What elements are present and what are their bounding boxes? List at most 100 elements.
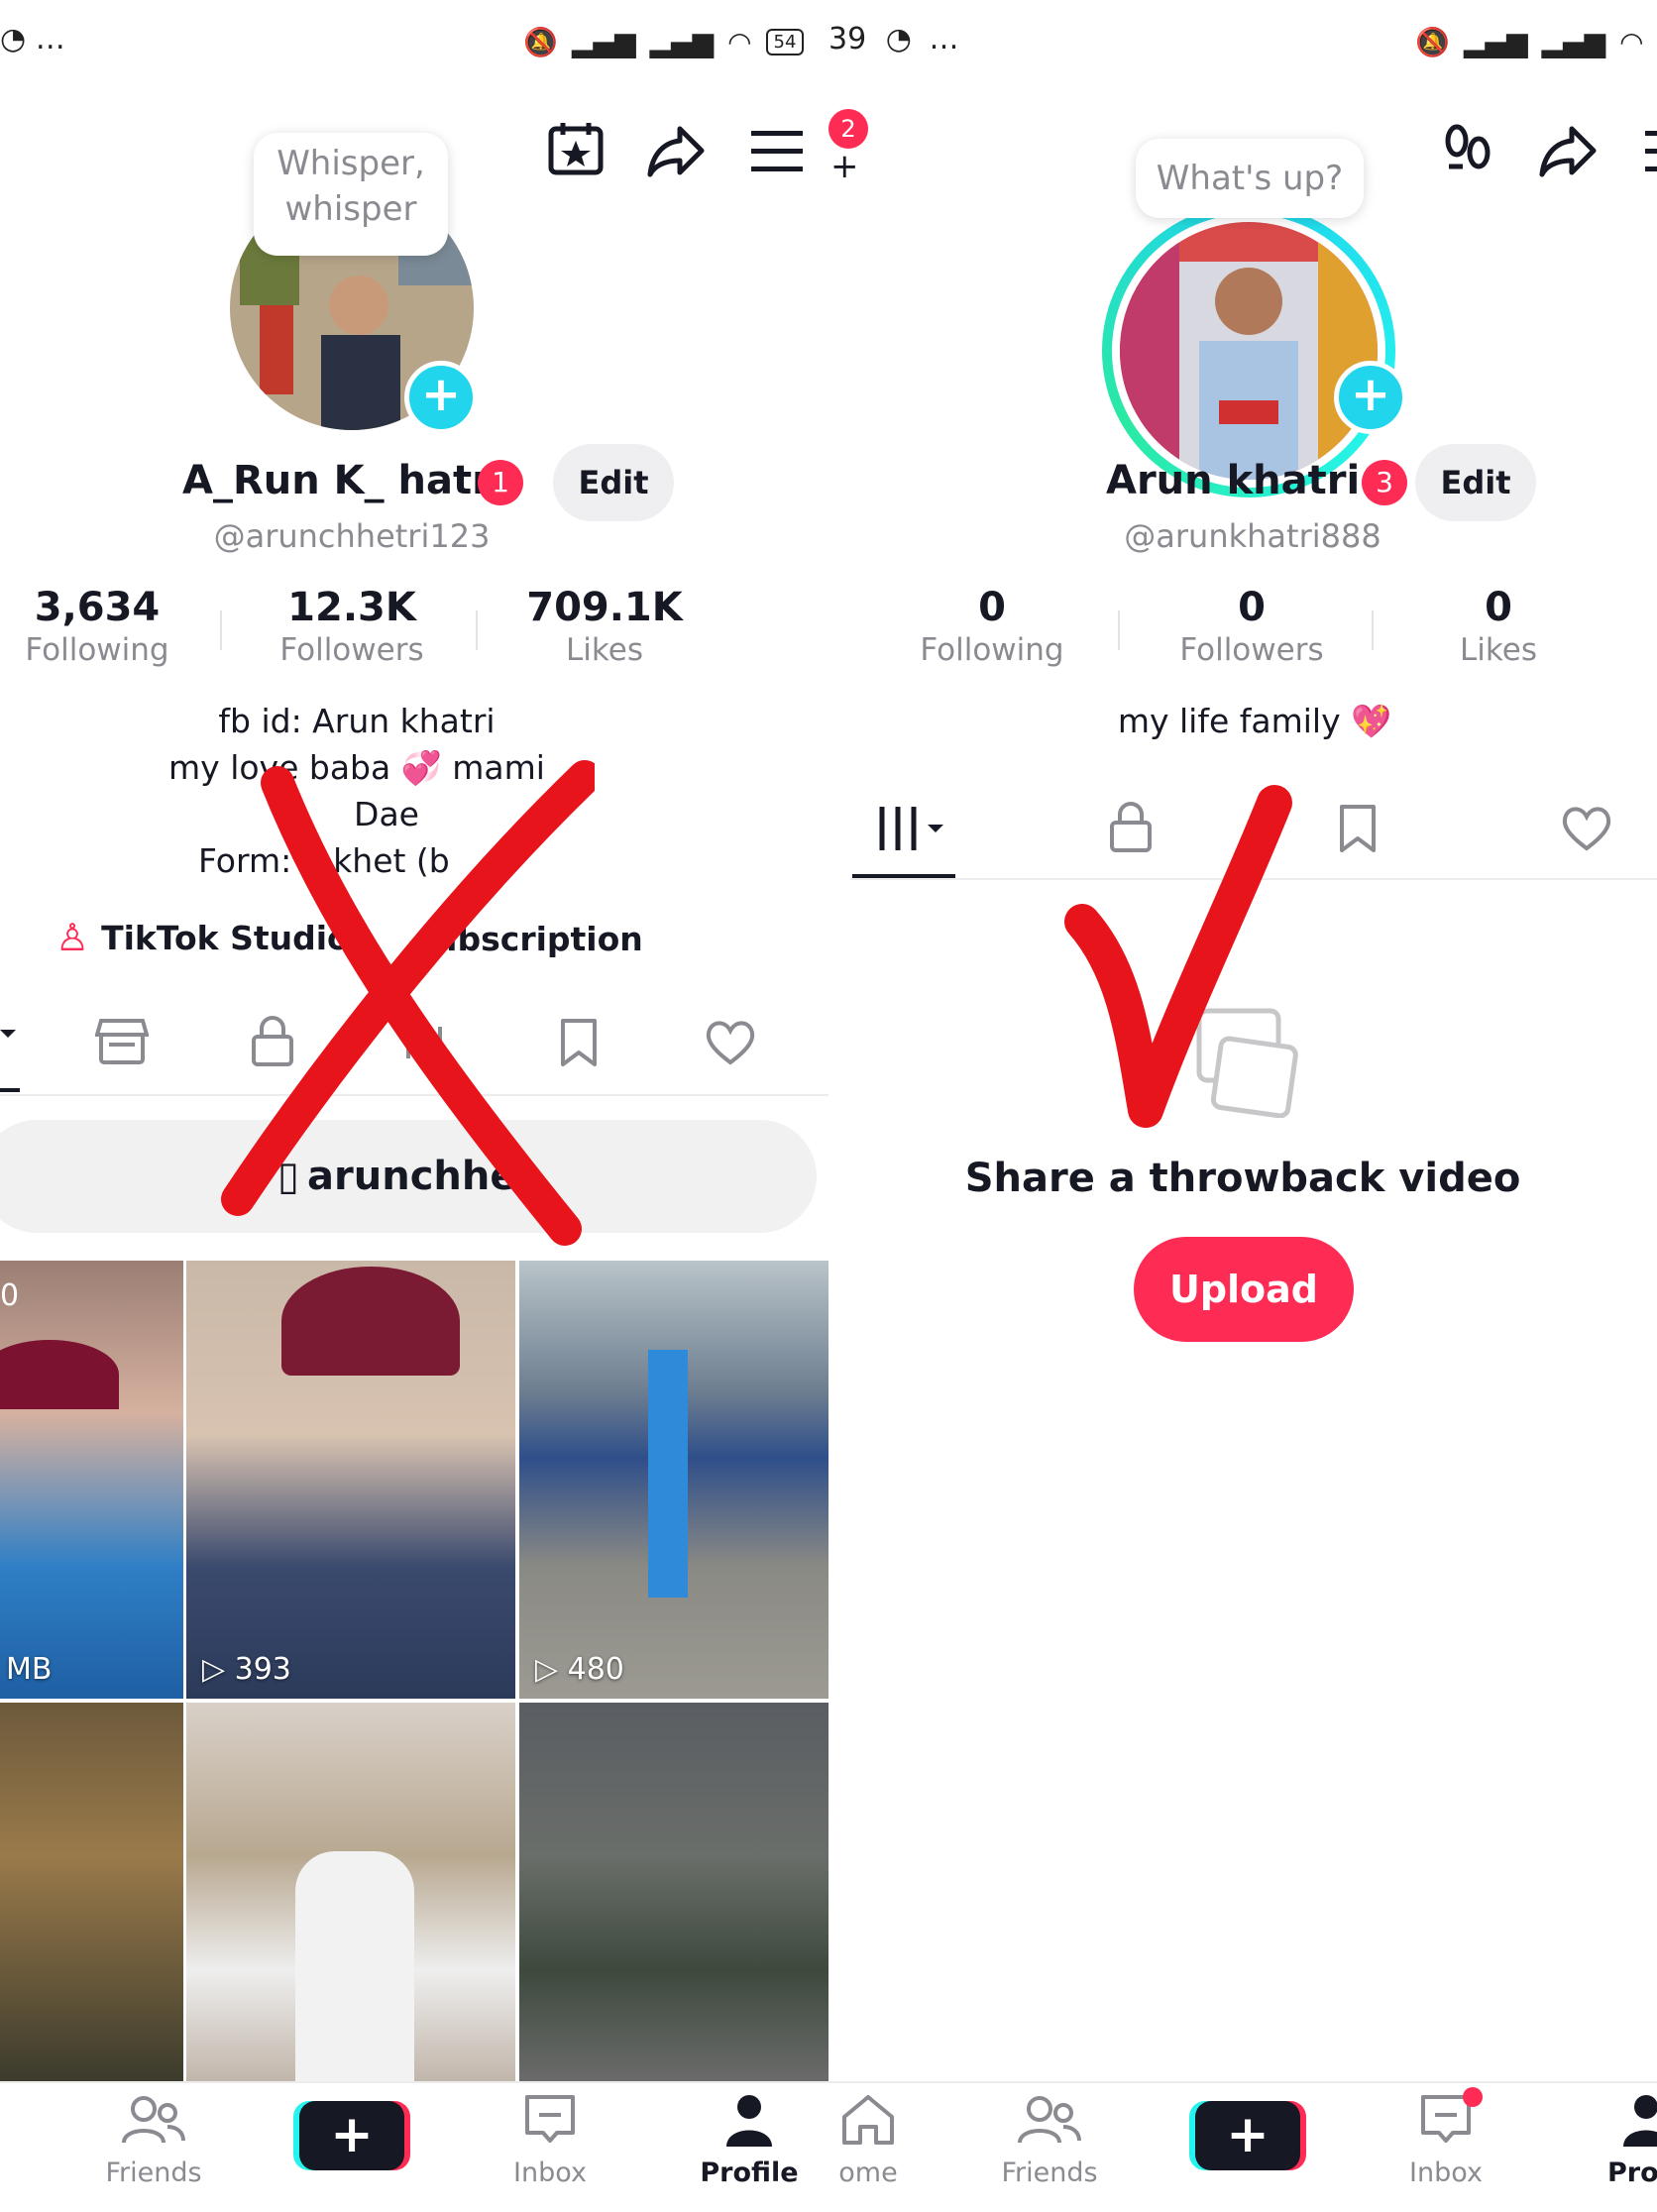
nav-profile[interactable]: Profile	[700, 2093, 799, 2188]
right-profile-screen: 39 ◔ … 🔕 ▂▄▆ ▂▄▆ ◠ 56 2 + + What	[828, 0, 1657, 2212]
shop-icon[interactable]	[94, 1017, 150, 1070]
wifi-icon: ◠	[727, 26, 752, 58]
share-icon[interactable]	[646, 123, 706, 178]
empty-state-title: Share a throwback video	[964, 1156, 1521, 1201]
videos-tab-dropdown[interactable]	[0, 1025, 16, 1038]
nav-friends[interactable]: Friends	[99, 2093, 208, 2188]
video-view-count: 480	[567, 1652, 624, 1687]
name-badge-count: 1	[478, 460, 523, 505]
status-icons: 🔕 ▂▄▆ ▂▄▆ ◠ 54	[523, 26, 805, 58]
bottom-nav: ome Friends + Inbox Prof	[828, 2081, 1657, 2212]
video-thumbnail[interactable]	[0, 1703, 183, 2085]
signal-icon: ▂▄▆	[1463, 26, 1528, 58]
edit-profile-button[interactable]: Edit	[1415, 444, 1536, 521]
video-view-count-wrap: ▷ 393	[202, 1652, 291, 1687]
add-avatar-plus-icon[interactable]: +	[404, 361, 478, 434]
signal-icon: ▂▄▆	[571, 26, 636, 58]
person-shape	[648, 1350, 688, 1598]
stat-likes[interactable]: 709.1K Likes	[501, 585, 708, 668]
status-overflow-dots: …	[929, 22, 959, 56]
inbox-icon	[1401, 2087, 1491, 2154]
heart-icon[interactable]	[704, 1019, 757, 1070]
friends-icon	[99, 2093, 208, 2154]
add-avatar-plus-icon[interactable]: +	[1334, 361, 1407, 434]
bottom-nav: Friends + Inbox Profile	[0, 2081, 828, 2212]
nav-friends[interactable]: Friends	[995, 2093, 1104, 2188]
nav-profile[interactable]: Prof	[1592, 2093, 1657, 2188]
name-badge-count: 3	[1362, 460, 1407, 505]
video-thumbnail[interactable]: ▷ 480	[519, 1261, 828, 1699]
whatsapp-status-icon: ◔	[0, 22, 27, 56]
avatar-story-ring[interactable]	[1102, 204, 1395, 498]
profile-person-icon	[700, 2093, 799, 2154]
friends-icon	[995, 2093, 1104, 2154]
create-plus-button[interactable]: +	[1195, 2101, 1300, 2170]
red-check-annotation	[1064, 785, 1292, 1128]
status-icons: 🔕 ▂▄▆ ▂▄▆ ◠ 56	[1415, 26, 1657, 58]
active-tab-indicator	[0, 1088, 20, 1092]
stat-followers[interactable]: 12.3K Followers	[244, 585, 460, 668]
display-name: Arun khatri	[1106, 458, 1361, 503]
status-left: ◔ …	[0, 22, 65, 56]
stat-divider	[1372, 610, 1374, 650]
wifi-icon: ◠	[1619, 26, 1644, 58]
battery-indicator: 54	[765, 29, 805, 55]
menu-icon[interactable]	[751, 131, 803, 172]
status-overflow-dots: …	[35, 22, 65, 56]
edit-profile-button[interactable]: Edit	[553, 444, 674, 521]
share-icon[interactable]	[1538, 123, 1598, 178]
video-view-count: 393	[234, 1652, 291, 1687]
inbox-unread-dot	[1463, 2087, 1483, 2107]
video-corner-label: 0	[0, 1278, 20, 1313]
status-time: 39	[828, 22, 867, 56]
bio-line: fb id: Arun khatri	[218, 702, 496, 740]
nav-home[interactable]: ome	[828, 2093, 908, 2188]
videos-grid-icon[interactable]	[876, 803, 949, 858]
nav-inbox[interactable]: Inbox	[505, 2093, 595, 2188]
stat-followers[interactable]: 0 Followers	[1126, 585, 1378, 668]
stat-following[interactable]: 3,634 Following	[0, 585, 194, 668]
whatsapp-status-icon: ◔	[885, 22, 912, 56]
studio-person-star-icon: ♙	[55, 916, 90, 959]
add-friend-icon[interactable]: 2 +	[828, 109, 878, 186]
person-shape	[295, 1851, 414, 2085]
upload-button[interactable]: Upload	[1134, 1237, 1354, 1342]
video-thumbnail[interactable]	[186, 1703, 515, 2085]
mute-bell-icon: 🔕	[523, 26, 558, 58]
display-name: A_Run K_ hatri	[182, 458, 505, 503]
stat-divider	[1118, 610, 1120, 650]
beret-shape	[281, 1267, 460, 1376]
menu-icon[interactable]	[1645, 131, 1657, 172]
video-thumbnail[interactable]	[519, 1703, 828, 2085]
stat-divider	[476, 610, 478, 650]
inbox-icon	[505, 2093, 595, 2154]
nav-inbox[interactable]: Inbox	[1401, 2087, 1491, 2188]
signal-icon-2: ▂▄▆	[649, 26, 715, 58]
video-thumbnail[interactable]: 0 MB	[0, 1261, 183, 1699]
whisper-bubble[interactable]: Whisper, whisper	[254, 133, 448, 256]
calendar-star-icon[interactable]	[547, 121, 605, 176]
profile-bio: my life family 💖	[1117, 702, 1392, 740]
bookmark-icon[interactable]	[1338, 803, 1378, 858]
footprints-icon[interactable]	[1443, 123, 1492, 180]
red-x-annotation	[221, 760, 595, 1246]
left-profile-screen: ◔ … 🔕 ▂▄▆ ▂▄▆ ◠ 54 + Whisper, whisper A_…	[0, 0, 828, 2212]
video-view-count: MB	[6, 1652, 53, 1687]
username-handle: @arunchhetri123	[213, 517, 491, 555]
stat-divider	[220, 610, 222, 650]
signal-icon-2: ▂▄▆	[1541, 26, 1606, 58]
video-thumbnail[interactable]: ▷ 393	[186, 1261, 515, 1699]
stat-likes[interactable]: 0 Likes	[1383, 585, 1613, 668]
plus-glyph: +	[830, 147, 859, 186]
mute-bell-icon: 🔕	[1415, 26, 1450, 58]
status-left: 39 ◔ …	[828, 22, 958, 56]
whats-up-bubble[interactable]: What's up?	[1136, 139, 1364, 218]
username-handle: @arunkhatri888	[1124, 517, 1381, 555]
create-plus-button[interactable]: +	[299, 2101, 404, 2170]
stat-following[interactable]: 0 Following	[828, 585, 1156, 668]
home-icon	[828, 2093, 908, 2154]
avatar	[1120, 222, 1378, 480]
heart-icon[interactable]	[1560, 805, 1613, 856]
beret-shape	[0, 1340, 119, 1409]
video-view-count-wrap: ▷ 480	[535, 1652, 624, 1687]
